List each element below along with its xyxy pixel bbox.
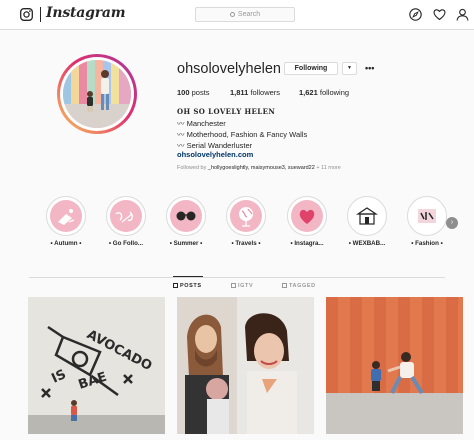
profile-username: ohsolovelyhelen [177,61,281,77]
highlight-go-follow[interactable]: • Go Follo... [105,196,147,252]
tab-label: IGTV [238,283,254,289]
highlight-fashion[interactable]: • Fashion • [406,196,448,252]
highlight-cover [230,200,262,232]
highlight-label: • WEXBAB... [348,240,386,247]
highlight-wexbab[interactable]: • WEXBAB... [346,196,388,252]
highlight-label: • Fashion • [411,240,443,247]
following-label: following [319,88,350,97]
highlight-cover [351,200,383,232]
highlight-cover [110,200,142,232]
avatar-photo [63,60,131,128]
highlight-label: • Go Follo... [108,240,144,247]
highlight-cover [50,200,82,232]
followers-label: followers [250,88,281,97]
profile-avatar[interactable] [57,54,137,134]
search-input[interactable]: Search [195,7,295,22]
posts-count: 100 posts [177,88,210,97]
highlights-next-arrow[interactable]: › [446,217,458,229]
highlight-label: • Instagra... [290,240,324,247]
post-image-orange-wall [326,297,463,434]
top-navbar: Instagram Search [0,0,474,30]
more-options-button[interactable]: ••• [365,62,374,74]
highlight-instagram[interactable]: • Instagra... [286,196,328,252]
following-button[interactable]: Following [284,62,338,75]
following-number: 1,621 [299,88,318,97]
tab-posts[interactable]: POSTS [173,283,202,289]
following-count[interactable]: 1,621 following [299,88,349,97]
bio-line: 〰 Manchester [177,119,226,128]
tabs-divider [29,277,445,278]
followers-count[interactable]: 1,811 followers [230,88,280,97]
highlight-autumn[interactable]: • Autumn • [45,196,87,252]
search-placeholder: Search [237,11,261,18]
post-thumbnail[interactable] [177,297,314,434]
bio-full-name: OH SO LOVELY HELEN [177,107,276,116]
search-icon [229,12,235,17]
suggestions-dropdown-button[interactable]: ▼ [342,62,357,75]
compass-icon[interactable] [409,8,422,21]
posts-label: posts [191,88,210,97]
tab-label: TAGGED [289,283,316,289]
followed-by-names: _hollygoeslightly, maisymouse3, sueward2… [207,165,315,171]
highlight-cover [291,200,323,232]
post-thumbnail[interactable]: AVOCADO IS BAE [28,297,165,434]
followed-by-prefix: Followed by [177,165,207,171]
tab-igtv[interactable]: IGTV [231,283,253,289]
highlight-cover [411,200,443,232]
active-tab-indicator [173,276,203,277]
highlight-label: • Autumn • [50,240,82,247]
heart-icon[interactable] [433,8,446,21]
tab-label: POSTS [180,283,202,289]
bio-line: 〰 Motherhood, Fashion & Fancy Walls [177,130,308,139]
followers-number: 1,811 [230,88,249,97]
igtv-icon [231,283,236,288]
highlight-travels[interactable]: • Travels • [225,196,267,252]
followed-by-more: + 11 more [316,165,341,171]
bio-website-link[interactable]: ohsolovelyhelen.com [177,150,253,159]
logo-divider [40,7,41,22]
person-icon[interactable] [456,8,469,21]
tab-tagged[interactable]: TAGGED [282,283,316,289]
highlight-label: • Travels • [231,240,261,247]
instagram-camera-icon[interactable] [20,8,33,21]
grid-icon [173,283,178,288]
post-image-family [177,297,314,434]
posts-number: 100 [177,88,190,97]
tag-icon [282,283,287,288]
avatar-illustration [63,60,131,128]
highlight-cover [170,200,202,232]
highlight-summer[interactable]: • Summer • [165,196,207,252]
post-image-mural: AVOCADO IS BAE [28,297,165,434]
followed-by[interactable]: Followed by _hollygoeslightly, maisymous… [177,165,341,171]
highlight-label: • Summer • [169,240,203,247]
post-thumbnail[interactable] [326,297,463,434]
instagram-wordmark[interactable]: Instagram [46,5,126,21]
